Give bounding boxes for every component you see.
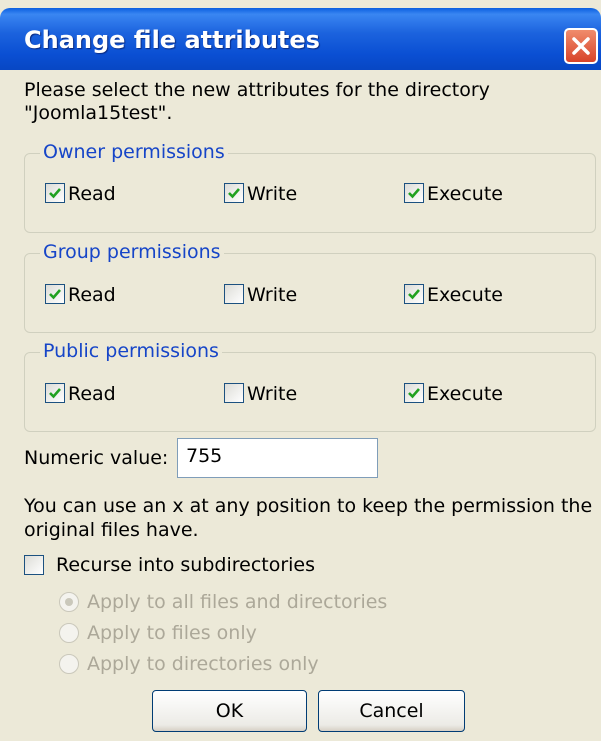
group-read-label: Read [68, 284, 116, 306]
owner-write-checkbox[interactable] [224, 183, 244, 203]
radio-dot-icon [65, 598, 73, 606]
group-read-checkbox[interactable] [45, 284, 65, 304]
checkmark-icon [408, 188, 420, 199]
close-button[interactable] [564, 28, 598, 64]
public-write-checkbox[interactable] [224, 383, 244, 403]
change-file-attributes-dialog: Change file attributes Please select the… [0, 0, 601, 741]
apply-directories-label: Apply to directories only [87, 653, 319, 675]
public-execute-label: Execute [427, 383, 503, 405]
group-write-label: Write [247, 284, 298, 306]
prompt-text: Please select the new attributes for the… [24, 79, 490, 101]
group-permissions-legend: Group permissions [40, 240, 224, 264]
recurse-label: Recurse into subdirectories [56, 554, 316, 576]
apply-directories-radio[interactable] [59, 654, 79, 674]
owner-read-label: Read [68, 183, 116, 205]
checkmark-icon [49, 289, 61, 300]
directory-name-text: "Joomla15test". [24, 102, 173, 124]
public-write-label: Write [247, 383, 298, 405]
numeric-value-label: Numeric value: [24, 447, 169, 469]
checkmark-icon [408, 289, 420, 300]
apply-files-label: Apply to files only [87, 622, 257, 644]
ok-button[interactable]: OK [152, 690, 307, 732]
checkmark-icon [228, 188, 240, 199]
hint-text-continued: original files have. [24, 519, 199, 541]
close-icon [572, 37, 590, 55]
owner-write-label: Write [247, 183, 298, 205]
group-execute-label: Execute [427, 284, 503, 306]
owner-execute-checkbox[interactable] [404, 183, 424, 203]
group-execute-checkbox[interactable] [404, 284, 424, 304]
group-write-checkbox[interactable] [224, 284, 244, 304]
checkmark-icon [49, 388, 61, 399]
public-read-label: Read [68, 383, 116, 405]
recurse-checkbox[interactable] [24, 555, 44, 575]
apply-all-label: Apply to all files and directories [87, 591, 388, 613]
checkmark-icon [49, 188, 61, 199]
cancel-button[interactable]: Cancel [318, 690, 465, 732]
apply-all-radio[interactable] [59, 592, 79, 612]
dialog-title: Change file attributes [24, 26, 320, 54]
owner-permissions-legend: Owner permissions [40, 140, 228, 164]
owner-execute-label: Execute [427, 183, 503, 205]
hint-text: You can use an x at any position to keep… [24, 495, 593, 517]
numeric-value-input[interactable]: 755 [177, 438, 378, 478]
title-bar[interactable]: Change file attributes [0, 8, 601, 70]
owner-read-checkbox[interactable] [45, 183, 65, 203]
public-execute-checkbox[interactable] [404, 383, 424, 403]
apply-files-radio[interactable] [59, 623, 79, 643]
public-read-checkbox[interactable] [45, 383, 65, 403]
checkmark-icon [408, 388, 420, 399]
public-permissions-legend: Public permissions [40, 339, 222, 363]
